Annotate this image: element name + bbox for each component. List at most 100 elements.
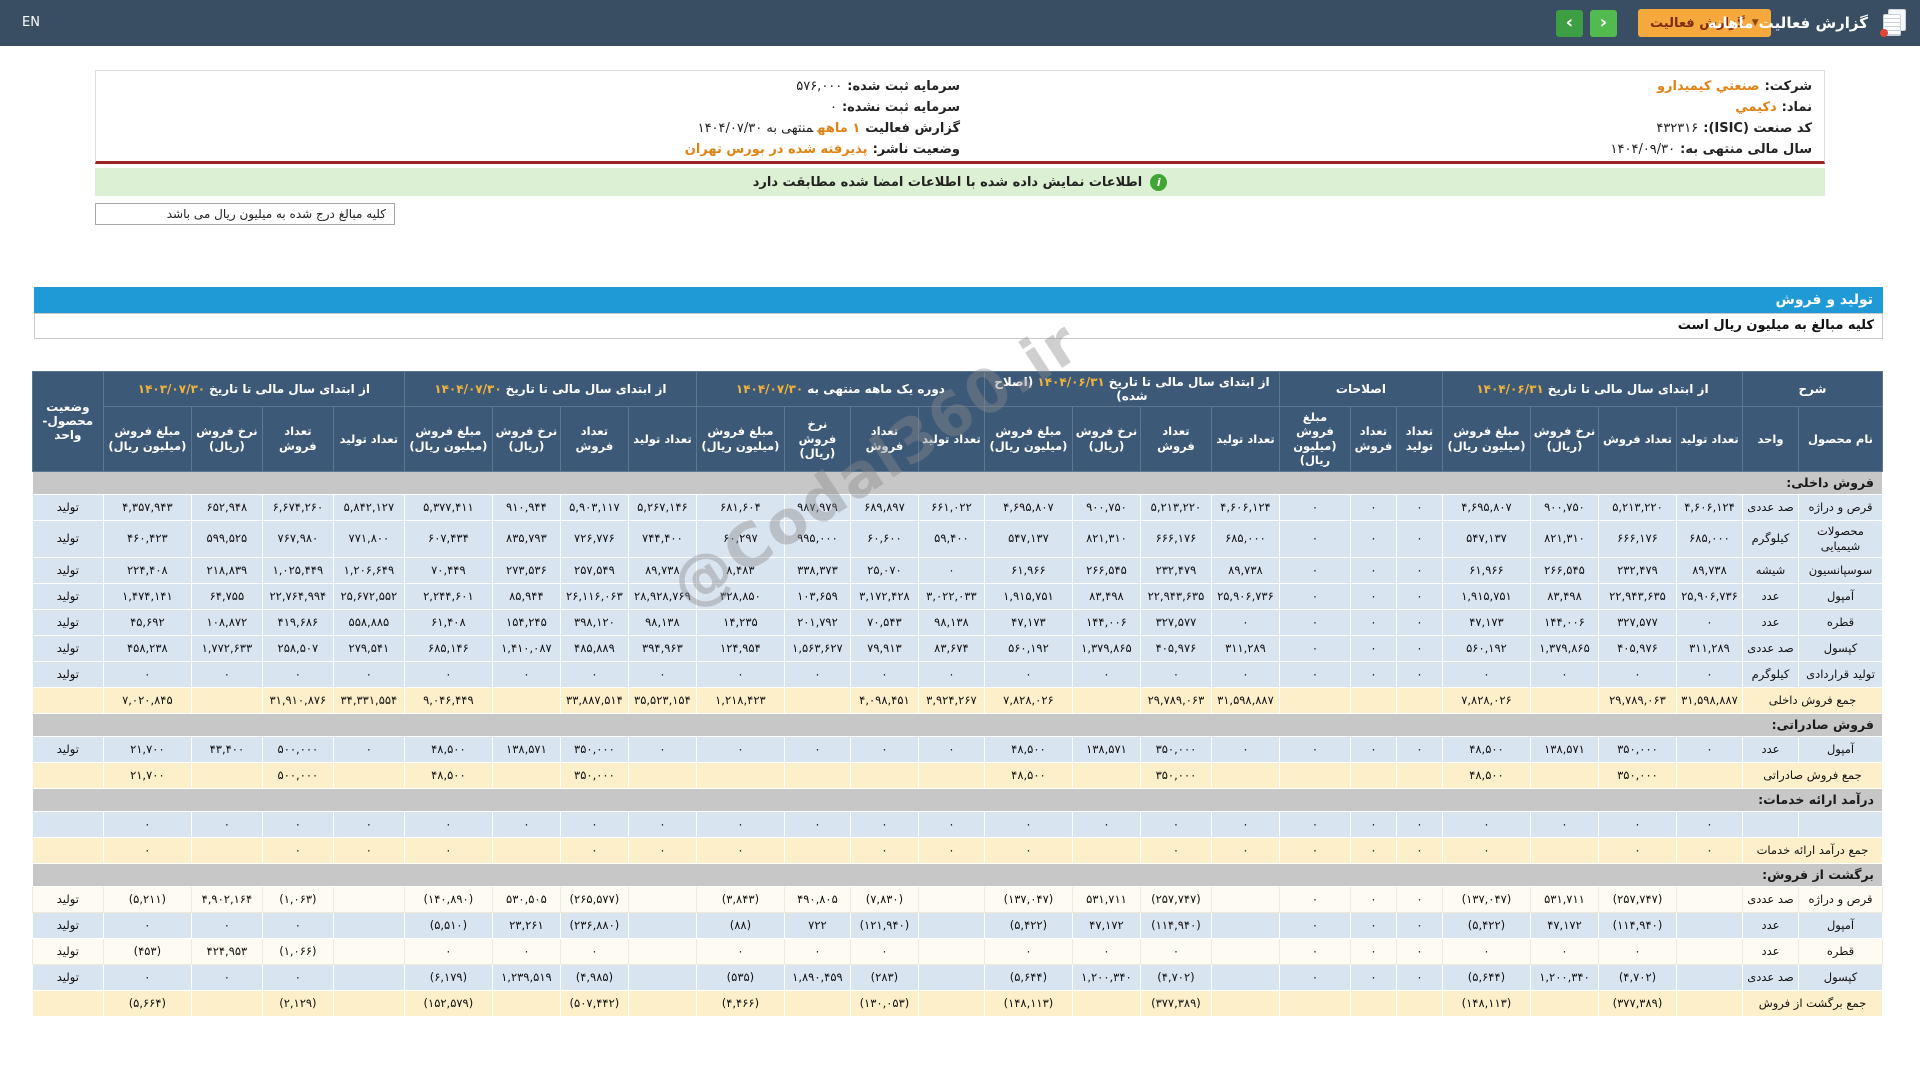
- table-row: جمع فروش صادراتی ۳۵۰,۰۰۰ ۴۸,۵۰۰ ۳۵۰,۰۰۰ ۴۸,۵…: [31, 761, 1884, 789]
- product-name-cell: جمع فروش صادراتی: [1741, 761, 1884, 789]
- unit-cell: کیلوگرم: [1741, 519, 1800, 558]
- value-cell: [627, 761, 697, 789]
- value-cell: ۱,۵۶۳,۶۲۷: [783, 634, 851, 662]
- value-cell: ۳۵۰,۰۰۰: [1139, 735, 1212, 763]
- value-cell: ۰: [102, 811, 192, 839]
- value-cell: ۳۹۴,۹۶۳: [627, 634, 697, 662]
- value-cell: ۸۵,۹۴۴: [491, 582, 561, 610]
- value-cell: ۳۲۷,۵۷۷: [1139, 608, 1212, 636]
- value-cell: ۰: [261, 912, 334, 940]
- status-cell: تولید: [31, 634, 104, 662]
- value-cell: [1529, 686, 1599, 714]
- value-cell: ۱,۲۳۹,۵۱۹: [491, 964, 561, 992]
- value-cell: ۶۱,۴۰۸: [403, 608, 493, 636]
- value-cell: ۰: [695, 811, 785, 839]
- column-group-header: دوره یک ماهه منتهی به۱۴۰۴/۰۷/۳۰: [695, 371, 985, 407]
- value-cell: ۸۲۱,۳۱۰: [1071, 519, 1141, 558]
- value-cell: ۵۹۹,۵۲۵: [190, 519, 263, 558]
- value-cell: ۹۰۰,۷۵۰: [1071, 493, 1141, 521]
- column-subheader: مبلغ فروش (میلیون ریال): [983, 406, 1073, 472]
- value-cell: ۶۸۵,۰۰۰: [1675, 519, 1743, 558]
- table-row: آمپول عدد (۱۱۴,۹۴۰) ۴۷,۱۷۲ (۵,۴۲۲) ۰ ۰ ۰ (۱۱۴,۹۴…: [31, 912, 1883, 940]
- value-cell: ۵۶۰,۱۹۲: [1441, 634, 1531, 662]
- value-cell: ۰: [1210, 608, 1280, 636]
- value-cell: ۴۸,۵۰۰: [983, 735, 1073, 763]
- info-value-link[interactable]: ۱ ماهه: [817, 121, 860, 136]
- value-cell: ۱,۹۱۵,۷۵۱: [1441, 582, 1531, 610]
- value-cell: ۰: [983, 811, 1073, 839]
- value-cell: [491, 761, 561, 789]
- value-cell: ۲۳۲,۴۷۹: [1139, 556, 1212, 584]
- value-cell: [1349, 761, 1397, 789]
- value-cell: ۶۰,۲۹۷: [695, 519, 785, 558]
- column-subheader: تعداد فروش: [261, 406, 334, 472]
- value-cell: (۱۴۰,۸۹۰): [403, 886, 493, 914]
- value-cell: [332, 990, 405, 1018]
- language-toggle-en[interactable]: EN: [22, 0, 40, 46]
- section-label: فروش صادراتی:: [31, 712, 1884, 737]
- value-cell: ۷۹,۹۱۳: [849, 634, 919, 662]
- status-cell: تولید: [31, 519, 104, 558]
- value-cell: ۴,۶۹۵,۸۰۷: [1441, 493, 1531, 521]
- value-cell: [1529, 761, 1599, 789]
- info-label: گزارش فعالیت: [865, 121, 960, 136]
- info-value-link[interactable]: صنعتي کيميدارو: [1657, 79, 1760, 94]
- value-cell: ۰: [1278, 886, 1351, 914]
- table-row: جمع برگشت از فروش (۳۷۷,۳۸۹) (۱۴۸,۱۱۳) (۳۷۷,…: [31, 990, 1884, 1018]
- value-cell: ۰: [1441, 837, 1531, 865]
- info-value-link[interactable]: پذیرفته شده در بورس تهران: [685, 142, 868, 157]
- previous-report-button[interactable]: ‹: [1556, 10, 1583, 37]
- value-cell: ۴,۶۰۶,۱۲۴: [1675, 493, 1743, 521]
- value-cell: (۳,۸۴۳): [695, 886, 785, 914]
- value-cell: (۱۱۴,۹۴۰): [1139, 912, 1212, 940]
- column-header-unit: واحد: [1741, 406, 1800, 472]
- value-cell: ۰: [1395, 811, 1443, 839]
- value-cell: ۰: [102, 660, 192, 688]
- value-cell: ۰: [695, 938, 785, 966]
- value-cell: ۰: [1071, 811, 1141, 839]
- value-cell: [1395, 990, 1443, 1018]
- value-cell: (۴,۹۸۵): [559, 964, 629, 992]
- value-cell: ۷,۸۲۸,۰۲۶: [983, 686, 1073, 714]
- value-cell: ۵۳۰,۵۰۵: [491, 886, 561, 914]
- value-cell: ۶۶۱,۰۲۲: [917, 493, 985, 521]
- info-value-link[interactable]: دکيمي: [1735, 100, 1776, 115]
- status-cell: تولید: [31, 735, 104, 763]
- next-report-button[interactable]: ›: [1590, 10, 1617, 37]
- value-cell: ۵۰۰,۰۰۰: [261, 735, 334, 763]
- value-cell: ۹۸,۱۳۸: [917, 608, 985, 636]
- value-cell: ۰: [1597, 938, 1677, 966]
- value-cell: ۰: [261, 964, 334, 992]
- value-cell: [1675, 964, 1743, 992]
- value-cell: ۰: [783, 660, 851, 688]
- section-label: برگشت از فروش:: [31, 863, 1884, 888]
- column-subheader: نرخ فروش (ریال): [190, 406, 263, 472]
- status-cell: [31, 686, 104, 714]
- value-cell: (۲۸۳): [849, 964, 919, 992]
- value-cell: (۵,۲۱۱): [102, 886, 192, 914]
- value-cell: [190, 686, 263, 714]
- value-cell: ۵,۲۶۷,۱۴۶: [627, 493, 697, 521]
- value-cell: ۰: [102, 964, 192, 992]
- value-cell: ۱,۷۷۲,۶۳۳: [190, 634, 263, 662]
- value-cell: ۰: [1597, 660, 1677, 688]
- product-name-cell: سوسپانسیون: [1798, 556, 1883, 584]
- signed-data-notice: i اطلاعات نمایش داده شده با اطلاعات امضا…: [95, 168, 1825, 196]
- value-cell: ۰: [1349, 660, 1397, 688]
- value-cell: ۴۸,۵۰۰: [983, 761, 1073, 789]
- info-row: سرمایه ثبت نشده: ۰: [108, 97, 960, 118]
- value-cell: ۱۴۴,۰۰۶: [1071, 608, 1141, 636]
- group-title: از ابتدای سال مالی تا تاریخ: [505, 382, 667, 396]
- info-row: نماد: دکيمي: [960, 97, 1812, 118]
- table-row: فروش صادراتی:: [31, 712, 1884, 737]
- value-cell: ۴۱۹,۶۸۶: [261, 608, 334, 636]
- value-cell: [917, 964, 985, 992]
- value-cell: ۰: [1139, 811, 1212, 839]
- value-cell: ۶۸۵,۰۰۰: [1210, 519, 1280, 558]
- table-row: سوسپانسیون شیشه ۸۹,۷۳۸ ۲۳۲,۴۷۹ ۲۶۶,۵۴۵ ۶۱,۹۶۶…: [31, 556, 1883, 584]
- table-row: قطره عدد ۰ ۳۲۷,۵۷۷ ۱۴۴,۰۰۶ ۴۷,۱۷۳ ۰ ۰ ۰ ۰ ۳۲۷,۵۷۷ ۱…: [31, 608, 1883, 636]
- value-cell: ۰: [1597, 837, 1677, 865]
- status-cell: تولید: [31, 493, 104, 521]
- value-cell: ۸۳۵,۷۹۳: [491, 519, 561, 558]
- value-cell: ۰: [1675, 735, 1743, 763]
